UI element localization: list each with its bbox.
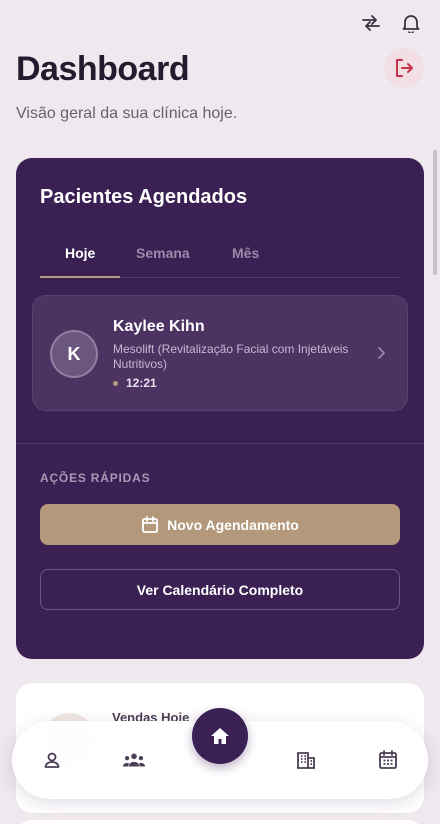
- divider: [16, 443, 424, 444]
- page-title: Dashboard: [16, 50, 190, 88]
- calendar-nav-icon[interactable]: [376, 748, 400, 772]
- bell-icon[interactable]: [400, 12, 422, 34]
- patient-procedure: Mesolift (Revitalização Facial com Injet…: [113, 342, 349, 371]
- logout-button[interactable]: [384, 48, 424, 88]
- active-tab-indicator: [40, 276, 120, 278]
- period-tabs: Hoje Semana Mês: [40, 238, 400, 278]
- top-actions: [360, 12, 422, 34]
- building-icon[interactable]: [294, 748, 318, 772]
- page-subtitle: Visão geral da sua clínica hoje.: [16, 105, 238, 122]
- next-card: [16, 820, 424, 824]
- tab-today[interactable]: Hoje: [65, 245, 95, 261]
- avatar: K: [50, 330, 98, 378]
- swap-arrows-icon[interactable]: [360, 12, 382, 34]
- profile-icon[interactable]: [40, 748, 64, 772]
- patient-list-item[interactable]: K Kaylee Kihn Mesolift (Revitalização Fa…: [32, 295, 408, 411]
- patient-time: 12:21: [113, 376, 157, 390]
- logout-icon: [396, 59, 413, 77]
- home-button[interactable]: [192, 708, 248, 764]
- calendar-icon: [142, 515, 159, 533]
- patient-name: Kaylee Kihn: [113, 318, 205, 335]
- home-icon: [211, 728, 229, 744]
- full-calendar-label: Ver Calendário Completo: [136, 581, 304, 598]
- tab-week[interactable]: Semana: [136, 245, 190, 261]
- scrollbar[interactable]: [433, 150, 437, 275]
- scheduled-patients-card: Pacientes Agendados Hoje Semana Mês K Ka…: [16, 158, 424, 659]
- chevron-right-icon: [377, 346, 386, 364]
- tab-month[interactable]: Mês: [232, 245, 259, 261]
- card-title: Pacientes Agendados: [40, 186, 248, 208]
- time-dot-icon: [113, 380, 118, 386]
- full-calendar-button[interactable]: Ver Calendário Completo: [40, 569, 400, 610]
- patients-icon[interactable]: [122, 748, 146, 772]
- quick-actions-label: AÇÕES RÁPIDAS: [40, 471, 151, 485]
- patient-time-value: 12:21: [126, 376, 157, 390]
- new-appointment-button[interactable]: Novo Agendamento: [40, 504, 400, 545]
- new-appointment-label: Novo Agendamento: [167, 516, 299, 533]
